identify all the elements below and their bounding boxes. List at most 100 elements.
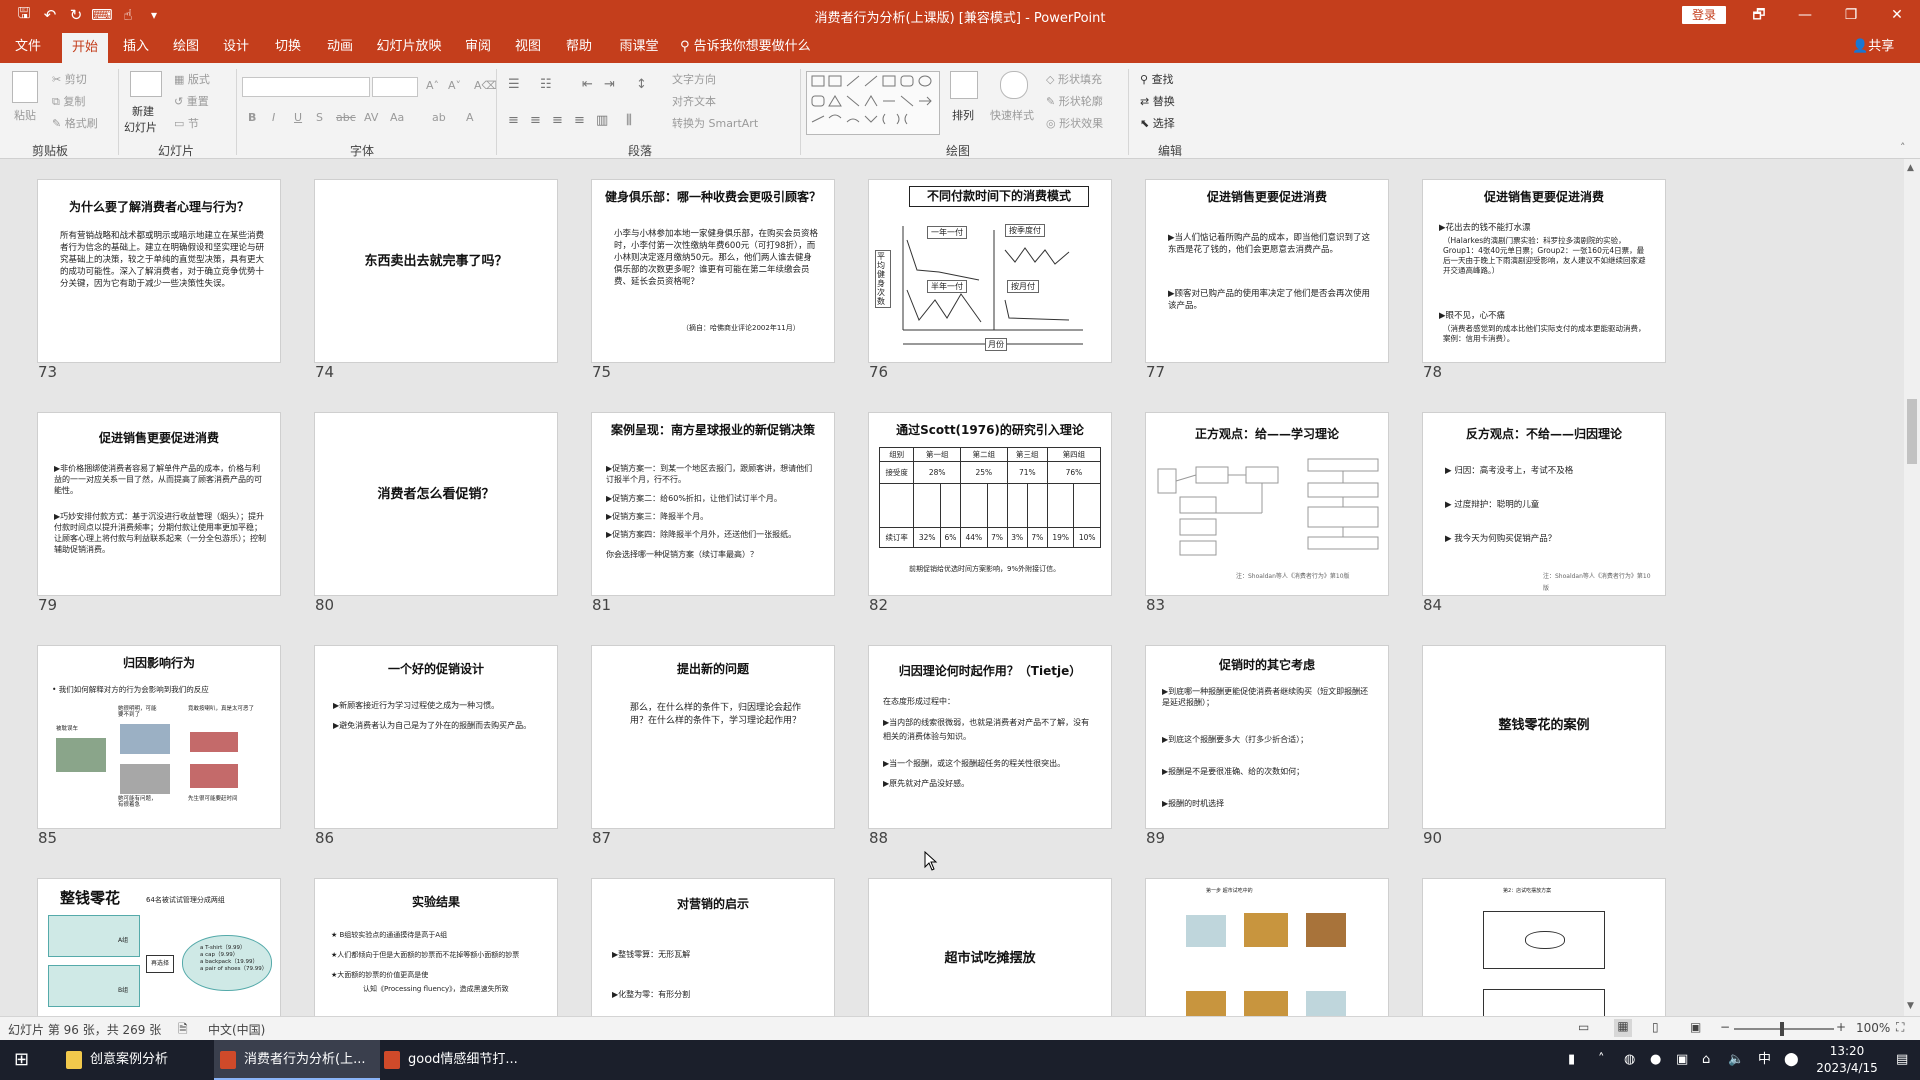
slide-thumbnail[interactable]: 案例呈现：南方星球报业的新促销决策 ▶促销方案一：到某一个地区去报门，跟顾客讲，… [591, 412, 835, 596]
slide-thumbnail[interactable]: 正方观点：给——学习理论 注：Shoaldan等人《消费者行为》第10版 [1145, 412, 1389, 596]
reset-button[interactable]: ↺ 重置 [174, 93, 209, 109]
new-slide-button[interactable]: 新建 [132, 103, 154, 119]
bullets-icon[interactable]: ☰ [508, 77, 520, 92]
battery-icon[interactable]: ▮ [1568, 1040, 1575, 1080]
convert-smartart-button[interactable]: 转换为 SmartArt [672, 115, 758, 131]
text-shadow-button[interactable]: S [316, 111, 323, 124]
bold-button[interactable]: B [248, 111, 256, 124]
shape-effects-button[interactable]: ◎ 形状效果 [1046, 115, 1103, 131]
clear-formatting-button[interactable]: A⌫ [474, 79, 497, 92]
windows-start-icon[interactable]: ⊞ [14, 1040, 29, 1080]
new-slide-dropdown[interactable]: 幻灯片 [124, 119, 157, 135]
font-size-select[interactable] [372, 77, 418, 97]
minimize-icon[interactable]: — [1782, 0, 1828, 30]
replace-button[interactable]: ⇄ 替换 [1140, 93, 1175, 109]
taskbar-item[interactable]: 创意案例分析 [60, 1040, 216, 1080]
quick-styles-button[interactable]: 快速样式 [990, 107, 1034, 123]
slide-thumbnail[interactable]: 促进销售更要促进消费 ▶花出去的钱不能打水漂 （Halarkes的演剧门票实验：… [1422, 179, 1666, 363]
section-button[interactable]: ▭ 节 [174, 115, 199, 131]
new-slide-icon[interactable] [130, 71, 162, 97]
fit-to-window-icon[interactable]: ⛶ [1896, 1020, 1904, 1035]
share-button[interactable]: 👤共享 [1852, 30, 1894, 63]
maximize-icon[interactable]: ❐ [1828, 0, 1874, 30]
scroll-down-icon[interactable]: ▼ [1907, 1001, 1914, 1011]
align-right-icon[interactable]: ≡ [552, 113, 563, 128]
zoom-level[interactable]: 100% [1856, 1021, 1890, 1035]
slide-thumbnail[interactable]: 整钱零花 64名被试试管理分成两组 A组 B组 再选择 a T-shirt（9.… [37, 878, 281, 1016]
slide-thumbnail[interactable]: 实验结果 ★ B组较实验点的通通摸待是高于A组 ★人们都倾向于但是大面额的钞票而… [314, 878, 558, 1016]
tab-file[interactable]: 文件 [8, 30, 48, 63]
slide-sorter-view-icon[interactable]: ▦ [1614, 1019, 1632, 1037]
tab-home[interactable]: 开始 [62, 33, 108, 63]
app-tray-icon[interactable]: ● [1650, 1040, 1661, 1080]
find-button[interactable]: ⚲ 查找 [1140, 71, 1174, 87]
show-hidden-icons-icon[interactable]: ˄ [1598, 1040, 1605, 1080]
slideshow-view-icon[interactable]: ▣ [1690, 1020, 1701, 1034]
notifications-icon[interactable]: ▤ [1896, 1040, 1908, 1080]
arrange-button[interactable]: 排列 [952, 107, 974, 123]
cut-button[interactable]: ✂ 剪切 [52, 71, 87, 87]
close-icon[interactable]: ✕ [1874, 0, 1920, 30]
tab-insert[interactable]: 插入 [116, 30, 156, 63]
align-center-icon[interactable]: ≡ [530, 113, 541, 128]
slide-thumbnail[interactable]: 第2：店试吃摆放方案 [1422, 878, 1666, 1016]
slide-thumbnail[interactable]: 整钱零花的案例 [1422, 645, 1666, 829]
distributed-icon[interactable]: ▥ [596, 113, 608, 128]
login-button[interactable]: 登录 [1682, 6, 1726, 24]
scroll-up-icon[interactable]: ▲ [1907, 163, 1914, 173]
change-case-button[interactable]: Aa [390, 111, 404, 124]
slide-thumbnail[interactable]: 通过Scott(1976)的研究引入理论 组别 第一组 第二组 第三组 第四组 … [868, 412, 1112, 596]
slide-thumbnail[interactable]: 提出新的问题 那么，在什么样的条件下，归因理论会起作用？在什么样的条件下，学习理… [591, 645, 835, 829]
spell-check-icon[interactable]: 🗎 [178, 1020, 188, 1041]
tab-help[interactable]: 帮助 [559, 30, 599, 63]
line-spacing-icon[interactable]: ↕ [636, 77, 647, 92]
slide-thumbnail[interactable]: 一个好的促销设计 ▶新顾客接近行为学习过程使之成为一种习惯。 ▶避免消费者认为自… [314, 645, 558, 829]
zoom-slider[interactable] [1734, 1028, 1834, 1030]
normal-view-icon[interactable]: ▭ [1578, 1020, 1589, 1034]
ribbon-display-options-icon[interactable]: 🗗 [1736, 0, 1782, 30]
strikethrough-button[interactable]: abc [336, 111, 356, 124]
underline-button[interactable]: U [294, 111, 302, 124]
tab-review[interactable]: 审阅 [458, 30, 498, 63]
layout-button[interactable]: ▦ 版式 [174, 71, 210, 87]
taskbar-item-active[interactable]: 消费者行为分析(上... [214, 1040, 380, 1080]
zoom-slider-thumb[interactable] [1780, 1022, 1784, 1036]
paste-icon[interactable] [12, 71, 38, 103]
text-direction-button[interactable]: 文字方向 [672, 71, 716, 87]
paste-button[interactable]: 粘贴 [14, 107, 36, 123]
slide-thumbnail[interactable]: 不同付款时间下的消费模式 一年一付 按季度付 半年一付 按月付 月份 平均健身次… [868, 179, 1112, 363]
clock[interactable]: 13:20 2023/4/15 [1812, 1043, 1882, 1077]
slide-thumbnail[interactable]: 反方观点：不给——归因理论 ▶ 归因：高考没考上，考试不及格 ▶ 过度辩护：聪明… [1422, 412, 1666, 596]
slide-thumbnail[interactable]: 健身俱乐部：哪一种收费会更吸引顾客？ 小李与小林参加本地一家健身俱乐部，在购买会… [591, 179, 835, 363]
justify-icon[interactable]: ≡ [574, 113, 585, 128]
font-color-button[interactable]: A [466, 111, 474, 124]
copy-button[interactable]: ⧉ 复制 [52, 93, 85, 109]
grow-font-button[interactable]: A˄ [426, 79, 439, 92]
quick-styles-icon[interactable] [1000, 71, 1028, 99]
columns-icon[interactable]: ⫼ [626, 113, 632, 128]
italic-button[interactable]: I [272, 111, 275, 124]
app-tray-icon[interactable]: ▣ [1676, 1040, 1688, 1080]
shrink-font-button[interactable]: A˅ [448, 79, 461, 92]
slide-thumbnail[interactable]: 促进销售更要促进消费 ▶当人们惦记着所购产品的成本，即当他们意识到了这东西是花了… [1145, 179, 1389, 363]
input-method-icon[interactable]: ⬤ [1784, 1040, 1799, 1080]
numbering-icon[interactable]: ☷ [540, 77, 552, 92]
slide-thumbnail[interactable]: 归因影响行为 • 我们如何解释对方的行为会影响到我们的反应 被耽误车 她很明明，… [37, 645, 281, 829]
format-painter-button[interactable]: ✎ 格式刷 [52, 115, 98, 131]
tab-view[interactable]: 视图 [508, 30, 548, 63]
slide-thumbnail[interactable]: 超市试吃摊摆放 [868, 878, 1112, 1016]
slide-thumbnail[interactable]: 消费者怎么看促销？ [314, 412, 558, 596]
align-left-icon[interactable]: ≡ [508, 113, 519, 128]
highlight-button[interactable]: ab [432, 111, 446, 124]
increase-indent-icon[interactable]: ⇥ [604, 77, 615, 92]
font-family-select[interactable] [242, 77, 370, 97]
shape-outline-button[interactable]: ✎ 形状轮廓 [1046, 93, 1103, 109]
slide-thumbnail[interactable]: 归因理论何时起作用？（Tietje） 在态度形成过程中： ▶当内部的线索很微弱，… [868, 645, 1112, 829]
scrollbar-thumb[interactable] [1907, 399, 1917, 464]
slide-thumbnail[interactable]: 第一步 超市试吃中的 [1145, 878, 1389, 1016]
tab-slideshow[interactable]: 幻灯片放映 [372, 30, 446, 63]
slide-thumbnail[interactable]: 促销时的其它考虑 ▶到底哪一种报酬更能促使消费者继续购买（短文即报酬还是延迟报酬… [1145, 645, 1389, 829]
tab-rain-classroom[interactable]: 雨课堂 [612, 30, 666, 63]
slide-thumbnail[interactable]: 东西卖出去就完事了吗？ [314, 179, 558, 363]
character-spacing-button[interactable]: AV [364, 111, 378, 124]
